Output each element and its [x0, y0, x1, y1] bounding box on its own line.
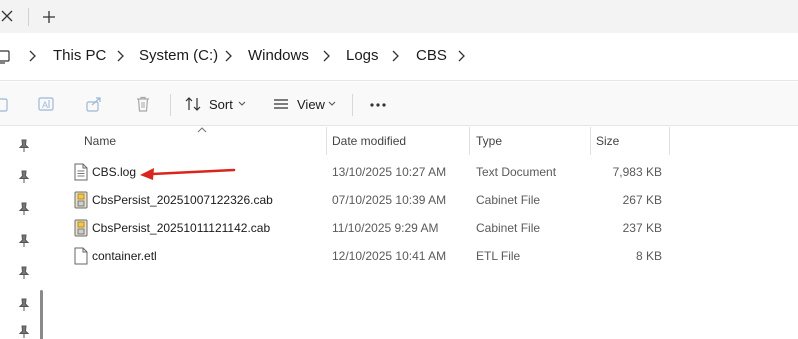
navigation-pane: [0, 127, 50, 339]
chevron-right-icon[interactable]: [391, 50, 400, 62]
file-type: Cabinet File: [476, 193, 541, 207]
view-button[interactable]: View: [297, 97, 325, 113]
share-icon[interactable]: [85, 95, 103, 113]
sort-button[interactable]: Sort: [209, 97, 233, 113]
cabinet-file-icon: [74, 219, 88, 237]
paste-icon[interactable]: [0, 95, 10, 113]
breadcrumb-this-pc[interactable]: This PC: [53, 47, 106, 65]
column-header-name[interactable]: Name: [84, 134, 116, 148]
chevron-right-icon[interactable]: [224, 50, 233, 62]
file-date-modified: 07/10/2025 10:39 AM: [332, 193, 447, 207]
pin-icon[interactable]: [18, 325, 30, 339]
pin-icon[interactable]: [18, 234, 30, 248]
tab-divider: [28, 8, 29, 26]
pin-icon[interactable]: [18, 202, 30, 216]
breadcrumb-system-c[interactable]: System (C:): [139, 47, 218, 65]
file-type: Text Document: [476, 165, 557, 179]
column-header-size[interactable]: Size: [596, 134, 619, 148]
file-size: 267 KB: [622, 193, 662, 207]
file-name[interactable]: CbsPersist_20251007122326.cab: [92, 193, 273, 208]
file-row[interactable]: CbsPersist_20251011121142.cab 11/10/2025…: [50, 214, 798, 242]
command-bar: A Sort View: [0, 82, 798, 126]
monitor-icon[interactable]: [0, 49, 10, 65]
pin-icon[interactable]: [18, 139, 30, 153]
svg-text:A: A: [42, 100, 48, 110]
file-name[interactable]: CbsPersist_20251011121142.cab: [92, 221, 270, 236]
column-divider[interactable]: [469, 127, 470, 155]
chevron-down-icon[interactable]: [238, 101, 246, 107]
column-divider[interactable]: [590, 127, 591, 155]
file-size: 8 KB: [635, 249, 662, 263]
column-header-type[interactable]: Type: [476, 134, 502, 148]
pin-icon[interactable]: [18, 298, 30, 312]
annotation-arrow-icon: [140, 168, 236, 180]
tab-bar: [0, 0, 798, 33]
pin-icon[interactable]: [18, 266, 30, 280]
cabinet-file-icon: [74, 191, 88, 209]
column-header-date[interactable]: Date modified: [332, 134, 406, 148]
blank-file-icon: [74, 247, 88, 265]
file-date-modified: 13/10/2025 10:27 AM: [332, 165, 447, 179]
more-options-icon[interactable]: [369, 102, 387, 108]
file-date-modified: 11/10/2025 9:29 AM: [332, 221, 439, 235]
pin-icon[interactable]: [18, 170, 30, 184]
file-size: 237 KB: [622, 221, 662, 235]
navigation-scrollbar[interactable]: [40, 290, 43, 339]
file-date-modified: 12/10/2025 10:41 AM: [332, 249, 447, 263]
view-icon[interactable]: [272, 95, 290, 113]
file-row[interactable]: CbsPersist_20251007122326.cab 07/10/2025…: [50, 186, 798, 214]
rename-icon[interactable]: A: [37, 95, 55, 113]
file-row[interactable]: container.etl 12/10/2025 10:41 AM ETL Fi…: [50, 242, 798, 270]
breadcrumb-windows[interactable]: Windows: [248, 47, 309, 65]
file-type: Cabinet File: [476, 221, 541, 235]
breadcrumb-cbs[interactable]: CBS: [416, 47, 447, 65]
toolbar-separator: [352, 94, 353, 116]
column-divider[interactable]: [669, 127, 670, 155]
column-divider[interactable]: [326, 127, 327, 155]
sort-icon[interactable]: [184, 95, 202, 113]
file-type: ETL File: [476, 249, 521, 263]
chevron-right-icon[interactable]: [28, 50, 37, 62]
chevron-right-icon[interactable]: [322, 50, 331, 62]
chevron-down-icon[interactable]: [328, 101, 336, 107]
breadcrumb-logs[interactable]: Logs: [346, 47, 379, 65]
sort-ascending-icon: [197, 127, 207, 133]
delete-icon[interactable]: [134, 95, 152, 113]
chevron-right-icon[interactable]: [116, 50, 125, 62]
chevron-right-icon[interactable]: [457, 50, 466, 62]
file-size: 7,983 KB: [612, 165, 662, 179]
file-name[interactable]: CBS.log: [92, 165, 136, 180]
column-headers: Name Date modified Type Size: [50, 127, 798, 155]
file-name[interactable]: container.etl: [92, 249, 157, 264]
close-icon[interactable]: [0, 9, 14, 23]
breadcrumb: This PC System (C:) Windows Logs CBS: [0, 33, 798, 81]
plus-icon[interactable]: [40, 8, 58, 26]
toolbar-separator: [170, 94, 171, 116]
text-file-icon: [74, 163, 88, 181]
